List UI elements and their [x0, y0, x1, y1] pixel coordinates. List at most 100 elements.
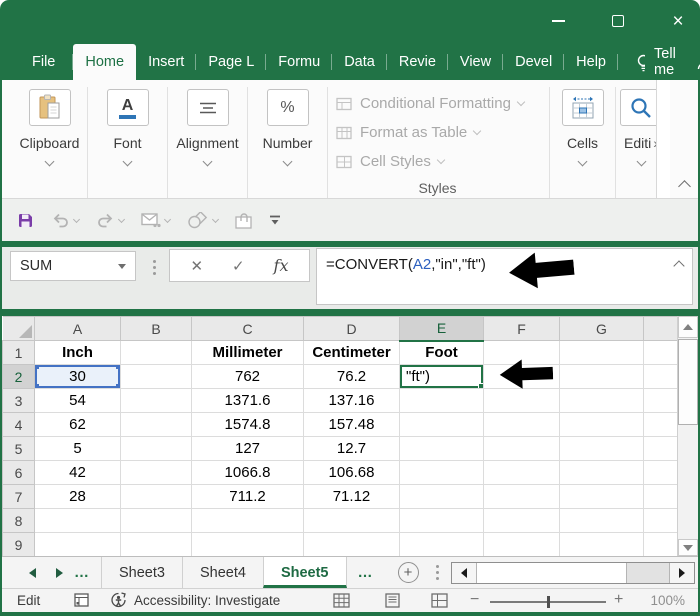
cell-B8[interactable] — [121, 509, 192, 533]
cell-A2[interactable]: 30 — [35, 365, 121, 389]
format-as-table-button[interactable]: Format as Table — [336, 118, 549, 147]
cell-G2[interactable] — [560, 365, 644, 389]
ribbon-group-number[interactable]: % Number — [248, 87, 328, 198]
zoom-in-button[interactable]: + — [614, 591, 623, 609]
scroll-left-button[interactable] — [452, 563, 477, 583]
zoom-out-button[interactable]: − — [470, 591, 479, 609]
attachment-button[interactable] — [235, 212, 252, 229]
cell-E5[interactable] — [400, 437, 484, 461]
sheet-nav-prev-icon[interactable] — [29, 568, 36, 578]
vertical-scrollbar[interactable] — [677, 316, 698, 556]
tab-page-layout[interactable]: Page L — [196, 44, 266, 80]
formula-bar-collapse-icon[interactable] — [673, 260, 684, 271]
tab-file[interactable]: File — [14, 44, 73, 80]
cell-D9[interactable] — [304, 533, 400, 557]
row-header-7[interactable]: 7 — [3, 485, 35, 509]
cell-F7[interactable] — [484, 485, 560, 509]
cell-F4[interactable] — [484, 413, 560, 437]
sheet-nav-next-icon[interactable] — [56, 568, 63, 578]
cell-A7[interactable]: 28 — [35, 485, 121, 509]
tab-home[interactable]: Home — [73, 44, 136, 80]
cell-C7[interactable]: 711.2 — [192, 485, 304, 509]
cell-F5[interactable] — [484, 437, 560, 461]
zoom-level[interactable]: 100% — [650, 593, 685, 608]
column-header-D[interactable]: D — [304, 317, 400, 341]
row-header-1[interactable]: 1 — [3, 341, 35, 365]
customize-toolbar-button[interactable] — [269, 215, 281, 226]
ribbon-group-clipboard[interactable]: Clipboard — [12, 87, 88, 198]
tab-review[interactable]: Revie — [387, 44, 448, 80]
cell-C4[interactable]: 1574.8 — [192, 413, 304, 437]
cancel-icon[interactable]: ✕ — [190, 257, 203, 275]
minimize-button[interactable] — [544, 8, 572, 34]
cell-C3[interactable]: 1371.6 — [192, 389, 304, 413]
cell-D1[interactable]: Centimeter — [304, 341, 400, 365]
cell-C1[interactable]: Millimeter — [192, 341, 304, 365]
chevron-down-icon[interactable] — [118, 215, 125, 222]
cell-B1[interactable] — [121, 341, 192, 365]
cell-C2[interactable]: 762 — [192, 365, 304, 389]
cell-B4[interactable] — [121, 413, 192, 437]
column-header-B[interactable]: B — [121, 317, 192, 341]
column-header-A[interactable]: A — [35, 317, 121, 341]
ribbon-group-alignment[interactable]: Alignment — [168, 87, 248, 198]
maximize-button[interactable] — [604, 8, 632, 34]
redo-button[interactable] — [96, 212, 124, 228]
cell-G8[interactable] — [560, 509, 644, 533]
conditional-formatting-button[interactable]: Conditional Formatting — [336, 89, 549, 118]
cell-D6[interactable]: 106.68 — [304, 461, 400, 485]
cell-E8[interactable] — [400, 509, 484, 533]
cell-G1[interactable] — [560, 341, 644, 365]
cell-C9[interactable] — [192, 533, 304, 557]
accessibility-status[interactable]: Accessibility: Investigate — [110, 592, 280, 608]
row-header-8[interactable]: 8 — [3, 509, 35, 533]
cell-F8[interactable] — [484, 509, 560, 533]
cell-D4[interactable]: 157.48 — [304, 413, 400, 437]
tab-help[interactable]: Help — [564, 44, 618, 80]
row-header-2[interactable]: 2 — [3, 365, 35, 389]
name-box-dropdown-icon[interactable] — [118, 264, 126, 269]
sheet-overflow-left[interactable]: … — [74, 568, 90, 578]
ribbon-group-font[interactable]: A Font — [88, 87, 168, 198]
cell-G4[interactable] — [560, 413, 644, 437]
normal-view-button[interactable] — [333, 593, 350, 613]
cell-C5[interactable]: 127 — [192, 437, 304, 461]
cell-E3[interactable] — [400, 389, 484, 413]
cell-D2[interactable]: 76.2 — [304, 365, 400, 389]
macro-record-button[interactable] — [74, 593, 90, 613]
insert-function-icon[interactable]: fx — [274, 256, 289, 275]
sheet-tab-sheet4[interactable]: Sheet4 — [182, 557, 263, 588]
vertical-scrollbar-thumb[interactable] — [678, 339, 698, 425]
sheet-tab-sheet3[interactable]: Sheet3 — [101, 557, 182, 588]
share-button[interactable]: Share — [696, 44, 700, 80]
shapes-button[interactable] — [187, 212, 218, 229]
scroll-down-button[interactable] — [678, 539, 698, 556]
tab-view[interactable]: View — [448, 44, 503, 80]
column-header-F[interactable]: F — [484, 317, 560, 341]
cell-B6[interactable] — [121, 461, 192, 485]
cell-B7[interactable] — [121, 485, 192, 509]
cell-G6[interactable] — [560, 461, 644, 485]
page-layout-view-button[interactable] — [384, 593, 401, 613]
horizontal-scrollbar[interactable] — [451, 562, 695, 584]
cell-A9[interactable] — [35, 533, 121, 557]
cell-A5[interactable]: 5 — [35, 437, 121, 461]
cell-G7[interactable] — [560, 485, 644, 509]
tell-me-box[interactable]: Tell me — [622, 44, 696, 80]
formula-input[interactable]: =CONVERT(A2,"in","ft") — [316, 248, 693, 305]
cell-E1[interactable]: Foot — [400, 341, 484, 365]
cell-G3[interactable] — [560, 389, 644, 413]
sheet-tab-sheet5[interactable]: Sheet5 — [263, 557, 347, 588]
tab-developer[interactable]: Devel — [503, 44, 564, 80]
column-header-E[interactable]: E — [400, 317, 484, 341]
cell-B3[interactable] — [121, 389, 192, 413]
new-sheet-button[interactable]: + — [398, 562, 419, 583]
cell-styles-button[interactable]: Cell Styles — [336, 147, 549, 176]
cell-D5[interactable]: 12.7 — [304, 437, 400, 461]
chevron-down-icon[interactable] — [212, 215, 219, 222]
cell-B9[interactable] — [121, 533, 192, 557]
row-header-9[interactable]: 9 — [3, 533, 35, 557]
tab-insert[interactable]: Insert — [136, 44, 196, 80]
zoom-slider-thumb[interactable] — [547, 596, 550, 608]
enter-icon[interactable]: ✓ — [232, 257, 245, 275]
